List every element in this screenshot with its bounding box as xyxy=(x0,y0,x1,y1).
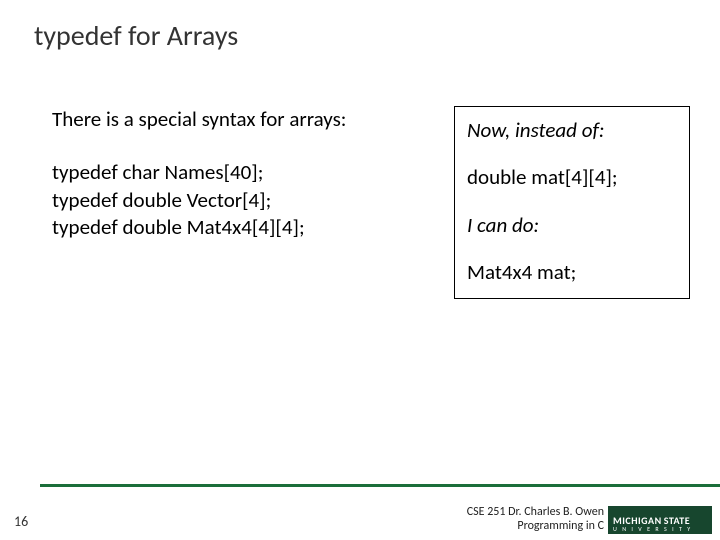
footer-credit: CSE 251 Dr. Charles B. Owen Programming … xyxy=(467,506,604,534)
slide-title: typedef for Arrays xyxy=(34,18,238,53)
body-left: There is a special syntax for arrays: ty… xyxy=(52,106,432,241)
code-line-1: typedef char Names[40]; xyxy=(52,159,432,186)
msu-logo: MICHIGAN STATE U N I V E R S I T Y xyxy=(608,506,712,534)
footer-divider xyxy=(40,484,720,487)
credit-line-2: Programming in C xyxy=(467,520,604,534)
box-line-1: Now, instead of: xyxy=(467,117,677,144)
callout-box: Now, instead of: double mat[4][4]; I can… xyxy=(454,106,690,299)
logo-text-university: U N I V E R S I T Y xyxy=(613,525,692,533)
intro-text: There is a special syntax for arrays: xyxy=(52,106,432,133)
box-line-3: I can do: xyxy=(467,212,677,239)
credit-line-1: CSE 251 Dr. Charles B. Owen xyxy=(467,506,604,520)
code-line-3: typedef double Mat4x4[4][4]; xyxy=(52,214,432,241)
code-line-2: typedef double Vector[4]; xyxy=(52,187,432,214)
box-line-2: double mat[4][4]; xyxy=(467,164,677,191)
page-number: 16 xyxy=(14,513,28,530)
box-line-4: Mat4x4 mat; xyxy=(467,259,677,286)
slide: typedef for Arrays There is a special sy… xyxy=(0,0,720,540)
